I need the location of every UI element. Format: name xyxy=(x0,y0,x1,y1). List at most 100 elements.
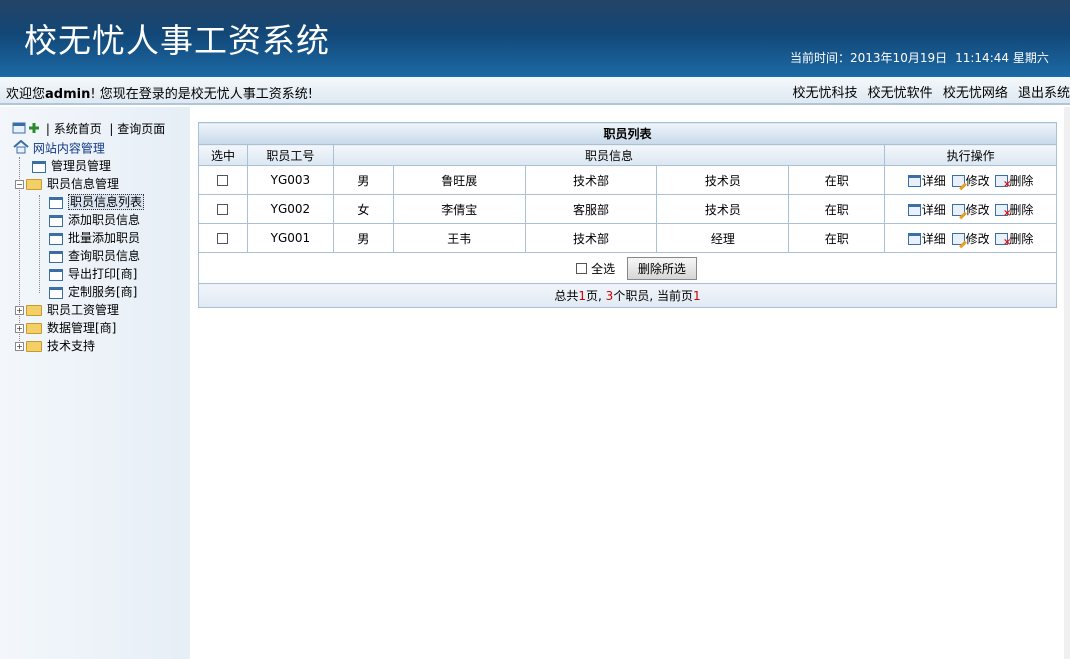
sidebar-home-link[interactable]: 系统首页 xyxy=(54,122,102,136)
tree-item-label: 职员工资管理 xyxy=(47,303,120,317)
table-row: YG001 男 王韦 技术部 经理 在职 详细 修改 删除 xyxy=(198,223,1057,253)
pager-current-page: 1 xyxy=(692,289,701,303)
page-icon xyxy=(49,268,63,281)
tree-item-staff-info[interactable]: − 职员信息管理 xyxy=(15,176,119,192)
delete-label: 删除 xyxy=(1009,173,1034,188)
delete-button[interactable]: 删除 xyxy=(995,230,1033,248)
tree-item-label: 添加职员信息 xyxy=(68,213,141,227)
delete-label: 删除 xyxy=(1009,202,1034,217)
delete-icon xyxy=(995,204,1011,219)
detail-label: 详细 xyxy=(921,202,946,217)
col-header-info: 职员信息 xyxy=(332,144,886,166)
select-all-checkbox[interactable] xyxy=(576,262,588,274)
row-checkbox[interactable] xyxy=(217,204,229,215)
welcome-message: 欢迎您admin! 您现在登录的是校无忧人事工资系统! xyxy=(6,83,313,102)
username: admin xyxy=(45,87,91,102)
cell-name: 李倩宝 xyxy=(392,194,526,224)
tree-item-label: 查询职员信息 xyxy=(68,249,141,263)
detail-button[interactable]: 详细 xyxy=(907,201,946,218)
bulk-actions: 全选 删除所选 xyxy=(198,252,1057,284)
welcome-prefix: 欢迎您 xyxy=(6,87,46,102)
detail-button[interactable]: 详细 xyxy=(907,172,946,189)
sidebar: | 系统首页 | 查询页面 网站内容管理 管理员管理 − 职员信息管理 职员信息列… xyxy=(0,107,190,659)
tree-item-label: 数据管理[商] xyxy=(47,321,117,335)
tree-item-query-staff[interactable]: 查询职员信息 xyxy=(49,248,140,264)
cell-gender: 男 xyxy=(332,223,394,253)
weekday-text: 星期六 xyxy=(1012,51,1049,65)
cell-dept: 技术部 xyxy=(524,223,658,253)
cell-ops: 详细 修改 删除 xyxy=(884,165,1057,195)
tree-item-staff-list[interactable]: 职员信息列表 xyxy=(49,194,145,210)
page-icon xyxy=(49,232,63,245)
cell-dept: 客服部 xyxy=(524,194,658,224)
detail-icon xyxy=(907,175,921,187)
pager: 总共1页, 3个职员, 当前页1 xyxy=(198,283,1057,308)
folder-icon xyxy=(26,305,42,316)
edit-label: 修改 xyxy=(965,173,990,188)
expand-icon[interactable]: + xyxy=(15,342,24,351)
edit-button[interactable]: 修改 xyxy=(951,172,990,189)
tree-item-admin[interactable]: 管理员管理 xyxy=(32,158,111,174)
time-label: 当前时间： xyxy=(790,51,851,65)
select-all-label: 全选 xyxy=(591,261,616,276)
tree-item-batch-add[interactable]: 批量添加职员 xyxy=(49,230,140,246)
vertical-scrollbar[interactable] xyxy=(1064,107,1070,659)
link-network[interactable]: 校无忧网络 xyxy=(943,86,1008,101)
pager-prefix: 总共 xyxy=(554,289,579,303)
pager-total-pages: 1 xyxy=(578,289,587,303)
page-icon xyxy=(32,160,46,173)
folder-open-icon xyxy=(26,179,42,190)
delete-button[interactable]: 删除 xyxy=(995,172,1034,190)
expand-icon[interactable]: + xyxy=(15,306,24,315)
col-header-id: 职员工号 xyxy=(246,144,334,166)
cell-role: 技术员 xyxy=(656,194,790,224)
tree-item-salary[interactable]: + 职员工资管理 xyxy=(15,302,119,318)
folder-icon xyxy=(26,341,42,352)
staff-table: 职员列表 选中 职员工号 职员信息 执行操作 YG003 男 鲁旺展 技术部 技… xyxy=(198,122,1057,308)
tree-item-export-print[interactable]: 导出打印[商] xyxy=(49,266,137,282)
expand-icon[interactable]: + xyxy=(15,324,24,333)
logout-link[interactable]: 退出系统 xyxy=(1018,86,1070,101)
tree-item-add-staff[interactable]: 添加职员信息 xyxy=(49,212,140,228)
pager-pages-unit: 页, xyxy=(586,289,602,303)
tree-line xyxy=(39,195,40,293)
welcome-bar: 欢迎您admin! 您现在登录的是校无忧人事工资系统! 校无忧科技 校无忧软件 … xyxy=(0,77,1070,105)
sidebar-query-link[interactable]: 查询页面 xyxy=(117,122,165,136)
cell-ops: 详细 修改 删除 xyxy=(884,194,1057,224)
edit-label: 修改 xyxy=(965,202,990,217)
cell-name: 王韦 xyxy=(392,223,526,253)
delete-icon xyxy=(995,175,1011,190)
tree-item-custom-service[interactable]: 定制服务[商] xyxy=(49,284,137,300)
row-checkbox[interactable] xyxy=(217,175,229,186)
delete-button[interactable]: 删除 xyxy=(995,201,1034,219)
folder-icon xyxy=(26,323,42,334)
edit-icon xyxy=(951,204,965,216)
tree-item-support[interactable]: + 技术支持 xyxy=(15,338,95,354)
home-icon xyxy=(12,121,42,138)
tree-root[interactable]: 网站内容管理 xyxy=(13,139,105,156)
edit-button[interactable]: 修改 xyxy=(951,201,990,218)
collapse-icon[interactable]: − xyxy=(15,180,24,189)
cell-dept: 技术部 xyxy=(524,165,658,195)
link-software[interactable]: 校无忧软件 xyxy=(868,86,933,101)
edit-label: 修改 xyxy=(965,231,990,246)
edit-button[interactable]: 修改 xyxy=(951,230,990,247)
page-icon xyxy=(49,196,63,209)
edit-icon xyxy=(951,175,965,187)
delete-selected-button[interactable]: 删除所选 xyxy=(626,256,697,280)
tree-item-data[interactable]: + 数据管理[商] xyxy=(15,320,116,336)
main-content: 职员列表 选中 职员工号 职员信息 执行操作 YG003 男 鲁旺展 技术部 技… xyxy=(198,122,1057,308)
cell-role: 技术员 xyxy=(656,165,790,195)
tree-item-label: 导出打印[商] xyxy=(68,267,138,281)
cell-id: YG002 xyxy=(246,194,334,224)
detail-label: 详细 xyxy=(921,231,946,246)
link-tech[interactable]: 校无忧科技 xyxy=(793,86,858,101)
pager-current-label: 当前页 xyxy=(656,289,693,303)
top-links: 校无忧科技 校无忧软件 校无忧网络 退出系统 xyxy=(787,82,1070,101)
table-caption: 职员列表 xyxy=(198,122,1057,145)
row-checkbox[interactable] xyxy=(217,233,229,244)
cell-status: 在职 xyxy=(788,223,886,253)
tree-item-label: 批量添加职员 xyxy=(68,231,141,245)
sidebar-top-links: | 系统首页 | 查询页面 xyxy=(12,120,165,138)
detail-button[interactable]: 详细 xyxy=(907,230,946,247)
